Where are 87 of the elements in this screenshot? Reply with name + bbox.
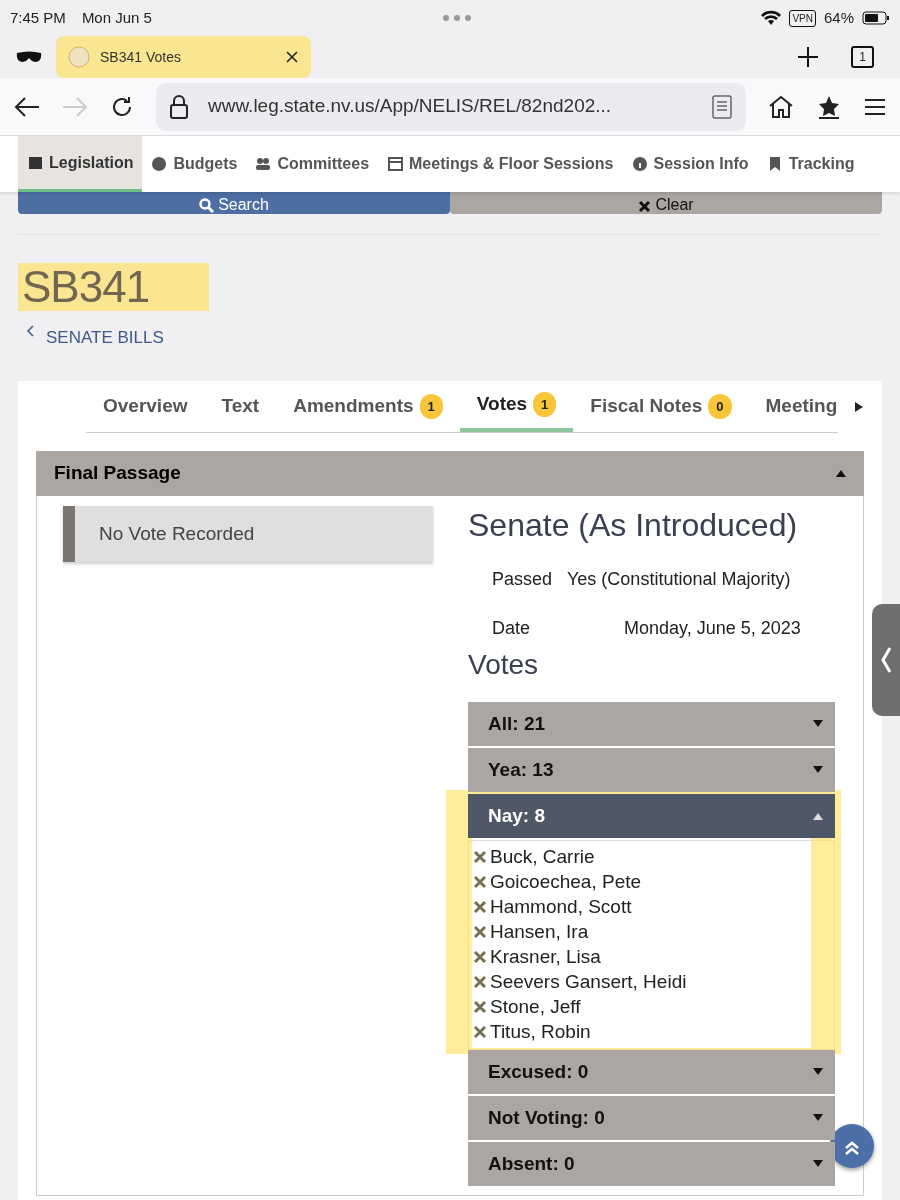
x-icon <box>473 950 487 965</box>
caret-down-icon <box>813 719 823 728</box>
chevron-left-icon <box>26 325 34 338</box>
section-header[interactable]: Final Passage <box>36 450 864 496</box>
caret-down-icon <box>813 1067 823 1076</box>
member-name: Hansen, Ira <box>490 920 589 945</box>
member-name: Goicoechea, Pete <box>490 870 642 895</box>
wifi-icon <box>761 10 782 26</box>
member-name: Seevers Gansert, Heidi <box>490 970 687 995</box>
double-chevron-up-icon <box>844 1139 860 1156</box>
member-name: Krasner, Lisa <box>490 945 601 970</box>
x-icon <box>473 1025 487 1040</box>
back-icon[interactable] <box>14 95 40 118</box>
chevron-left-icon <box>880 646 892 674</box>
tab-title: SB341 Votes <box>100 47 182 67</box>
nav-tab[interactable]: Budgets <box>142 136 247 192</box>
info-icon <box>631 155 649 173</box>
member-name: Titus, Robin <box>490 1020 591 1045</box>
member-name: Buck, Carrie <box>490 845 595 870</box>
mask-icon <box>16 51 42 63</box>
caret-down-icon <box>813 1113 823 1122</box>
battery-percent: 64% <box>823 7 854 28</box>
nav-tab[interactable]: Committees <box>246 136 379 192</box>
new-tab-icon[interactable] <box>797 46 820 68</box>
scroll-right-icon[interactable] <box>854 400 864 413</box>
more-dots-icon <box>441 14 472 22</box>
nav-tab[interactable]: Tracking <box>757 136 864 192</box>
count-badge: 1 <box>419 393 443 420</box>
tab-count[interactable]: 1 <box>851 46 874 68</box>
menu-icon[interactable] <box>864 97 886 116</box>
field-value: Monday, June 5, 2023 <box>624 617 801 641</box>
count-badge: 0 <box>708 393 732 420</box>
status-time: 7:45 PM <box>10 7 66 28</box>
vote-group-header[interactable]: Not Voting: 0 <box>468 1095 835 1140</box>
count-badge: 1 <box>533 391 557 418</box>
close-icon <box>285 50 299 64</box>
member-name: Stone, Jeff <box>490 995 581 1020</box>
status-date: Mon Jun 5 <box>81 7 152 28</box>
side-panel-handle[interactable] <box>872 604 900 716</box>
clear-button[interactable]: Clear <box>450 192 882 214</box>
address-bar[interactable]: www.leg.state.nv.us/App/NELIS/REL/82nd202... <box>156 82 746 131</box>
x-icon <box>473 900 487 915</box>
nav-tab[interactable]: Legislation <box>18 136 143 192</box>
member-name: Hammond, Scott <box>490 895 632 920</box>
people-icon <box>255 155 273 173</box>
reload-icon[interactable] <box>110 94 134 119</box>
field-label: Passed <box>492 568 554 592</box>
page-title: SB341 <box>18 263 210 312</box>
field-label: Date <box>492 617 532 641</box>
url-text: www.leg.state.nv.us/App/NELIS/REL/82nd202... <box>208 94 613 119</box>
caret-up-icon <box>836 469 846 478</box>
vote-title: Senate (As Introduced) <box>468 505 799 545</box>
x-icon <box>473 850 487 865</box>
vote-group-header[interactable]: Yea: 13 <box>468 747 835 792</box>
votes-heading: Votes <box>468 648 540 682</box>
calendar-icon <box>387 155 405 173</box>
lock-icon <box>170 94 188 119</box>
bill-tab[interactable]: Amendments 1 <box>276 380 460 432</box>
vote-group-header[interactable]: Absent: 0 <box>468 1141 835 1186</box>
back-link[interactable]: SENATE BILLS <box>26 325 164 351</box>
vote-group-header[interactable]: All: 21 <box>468 701 835 746</box>
x-icon <box>473 975 487 990</box>
bill-tab[interactable]: Meeting <box>748 380 838 432</box>
bill-tab[interactable]: Votes 1 <box>459 380 574 432</box>
search-icon <box>199 198 215 213</box>
x-icon <box>473 925 487 940</box>
caret-down-icon <box>813 765 823 774</box>
field-value: Yes (Constitutional Majority) <box>567 568 791 592</box>
browser-tab[interactable]: SB341 Votes <box>56 36 311 78</box>
bill-tab[interactable]: Fiscal Notes 0 <box>573 380 749 432</box>
x-icon <box>473 875 487 890</box>
no-vote-notice: No Vote Recorded <box>63 505 433 562</box>
nav-tab[interactable]: Meetings & Floor Sessions <box>378 136 623 192</box>
caret-up-icon <box>813 811 823 820</box>
x-icon <box>638 200 652 213</box>
vote-group-header[interactable]: Excused: 0 <box>468 1049 835 1094</box>
bill-tab[interactable]: Text <box>204 380 277 432</box>
vote-group-header[interactable]: Nay: 8 <box>468 793 835 838</box>
caret-down-icon <box>813 1159 823 1168</box>
search-button[interactable]: Search <box>18 192 450 214</box>
home-icon[interactable] <box>768 94 794 119</box>
nav-tab[interactable]: Session Info <box>622 136 758 192</box>
x-icon <box>473 1000 487 1015</box>
vpn-indicator: VPN <box>789 9 816 27</box>
reader-icon[interactable] <box>712 94 732 119</box>
battery-icon <box>862 11 890 25</box>
bill-tab[interactable]: Overview <box>86 380 205 432</box>
